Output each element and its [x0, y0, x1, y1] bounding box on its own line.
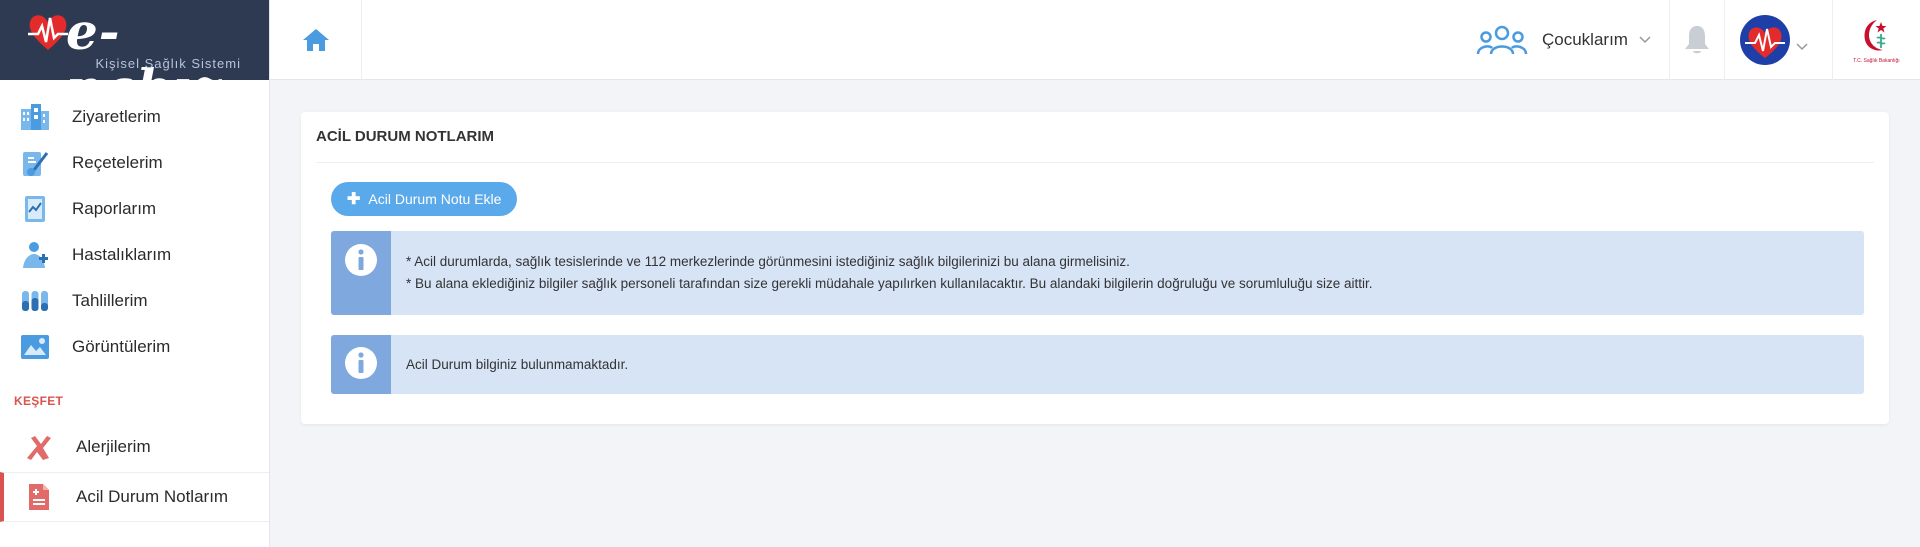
ministry-crescent-icon [1864, 20, 1886, 51]
sidebar-item-recetelerim[interactable]: Reçetelerim [0, 140, 269, 186]
sidebar-item-label: Tahlillerim [72, 291, 148, 310]
chevron-down-icon [1796, 43, 1808, 51]
sidebar-item-label: Alerjilerim [76, 437, 151, 456]
sidebar-item-label: Raporlarım [72, 199, 157, 218]
sidebar-item-acil-durum-notlarim[interactable]: Acil Durum Notlarım [0, 472, 269, 522]
medical-image-icon [18, 330, 52, 364]
children-dropdown[interactable]: Çocuklarım [1476, 0, 1652, 80]
empty-message: Acil Durum bilginiz bulunmamaktadır. [406, 356, 629, 372]
ministry-text: T.C. Sağlık Bakanlığı [1853, 58, 1900, 64]
children-group-icon [1476, 25, 1528, 55]
sidebar-menu: Ziyaretlerim Reçetelerim Raporlarım Hast… [0, 80, 269, 522]
heart-pulse-logo-icon [28, 15, 68, 50]
test-tubes-icon [18, 284, 52, 318]
info-icon [345, 347, 377, 379]
patient-icon [18, 238, 52, 272]
ministry-logo: T.C. Sağlık Bakanlığı [1832, 0, 1920, 80]
alert-side [331, 231, 391, 315]
info-line-2: * Bu alana eklediğiniz bilgiler sağlık p… [406, 276, 1373, 291]
sidebar-item-alerjilerim[interactable]: Alerjilerim [0, 422, 269, 472]
user-menu[interactable] [1739, 0, 1809, 80]
hospital-building-icon [18, 100, 52, 134]
prescription-icon [18, 146, 52, 180]
emergency-notes-card: ACİL DURUM NOTLARIM ✚ Acil Durum Notu Ek… [301, 112, 1889, 424]
section-title-kesfet: KEŞFET [14, 394, 64, 408]
avatar [1740, 15, 1790, 65]
info-alert: * Acil durumlarda, sağlık tesislerinde v… [331, 231, 1864, 315]
sidebar-item-label: Acil Durum Notlarım [76, 487, 229, 506]
emergency-note-icon [22, 480, 56, 514]
empty-state-alert: Acil Durum bilginiz bulunmamaktadır. [331, 335, 1864, 394]
sidebar-item-ziyaretlerim[interactable]: Ziyaretlerim [0, 94, 269, 140]
brand-logo[interactable]: e-nabız Kişisel Sağlık Sistemi [0, 0, 269, 80]
info-icon [345, 244, 377, 276]
sidebar: e-nabız Kişisel Sağlık Sistemi Ziyaretle… [0, 0, 270, 547]
sidebar-item-raporlarim[interactable]: Raporlarım [0, 186, 269, 232]
sidebar-item-label: Ziyaretlerim [72, 107, 161, 126]
chevron-down-icon [1639, 36, 1651, 44]
home-button[interactable] [270, 0, 362, 80]
alert-side [331, 335, 391, 394]
sidebar-item-label: Görüntülerim [72, 337, 171, 356]
sidebar-item-label: Hastalıklarım [72, 245, 172, 264]
sidebar-item-hastaliklarim[interactable]: Hastalıklarım [0, 232, 269, 278]
bell-icon [1685, 26, 1709, 54]
divider [316, 162, 1874, 163]
report-document-icon [18, 192, 52, 226]
sidebar-item-tahlillerim[interactable]: Tahlillerim [0, 278, 269, 324]
brand-tagline: Kişisel Sağlık Sistemi [95, 56, 241, 71]
home-icon [302, 29, 329, 51]
top-header: Çocuklarım T.C. Sağlık Bakanlığı [270, 0, 1920, 80]
children-label: Çocuklarım [1542, 30, 1628, 49]
notifications-button[interactable] [1669, 0, 1725, 80]
sidebar-item-label: Reçetelerim [72, 153, 163, 172]
add-emergency-note-button[interactable]: ✚ Acil Durum Notu Ekle [331, 182, 518, 216]
info-line-1: * Acil durumlarda, sağlık tesislerinde v… [406, 254, 1130, 269]
allergy-hand-icon [22, 430, 56, 464]
add-button-label: Acil Durum Notu Ekle [368, 191, 502, 207]
page-title: ACİL DURUM NOTLARIM [316, 128, 495, 145]
plus-icon: ✚ [347, 191, 361, 208]
sidebar-item-goruntulerim[interactable]: Görüntülerim [0, 324, 269, 370]
